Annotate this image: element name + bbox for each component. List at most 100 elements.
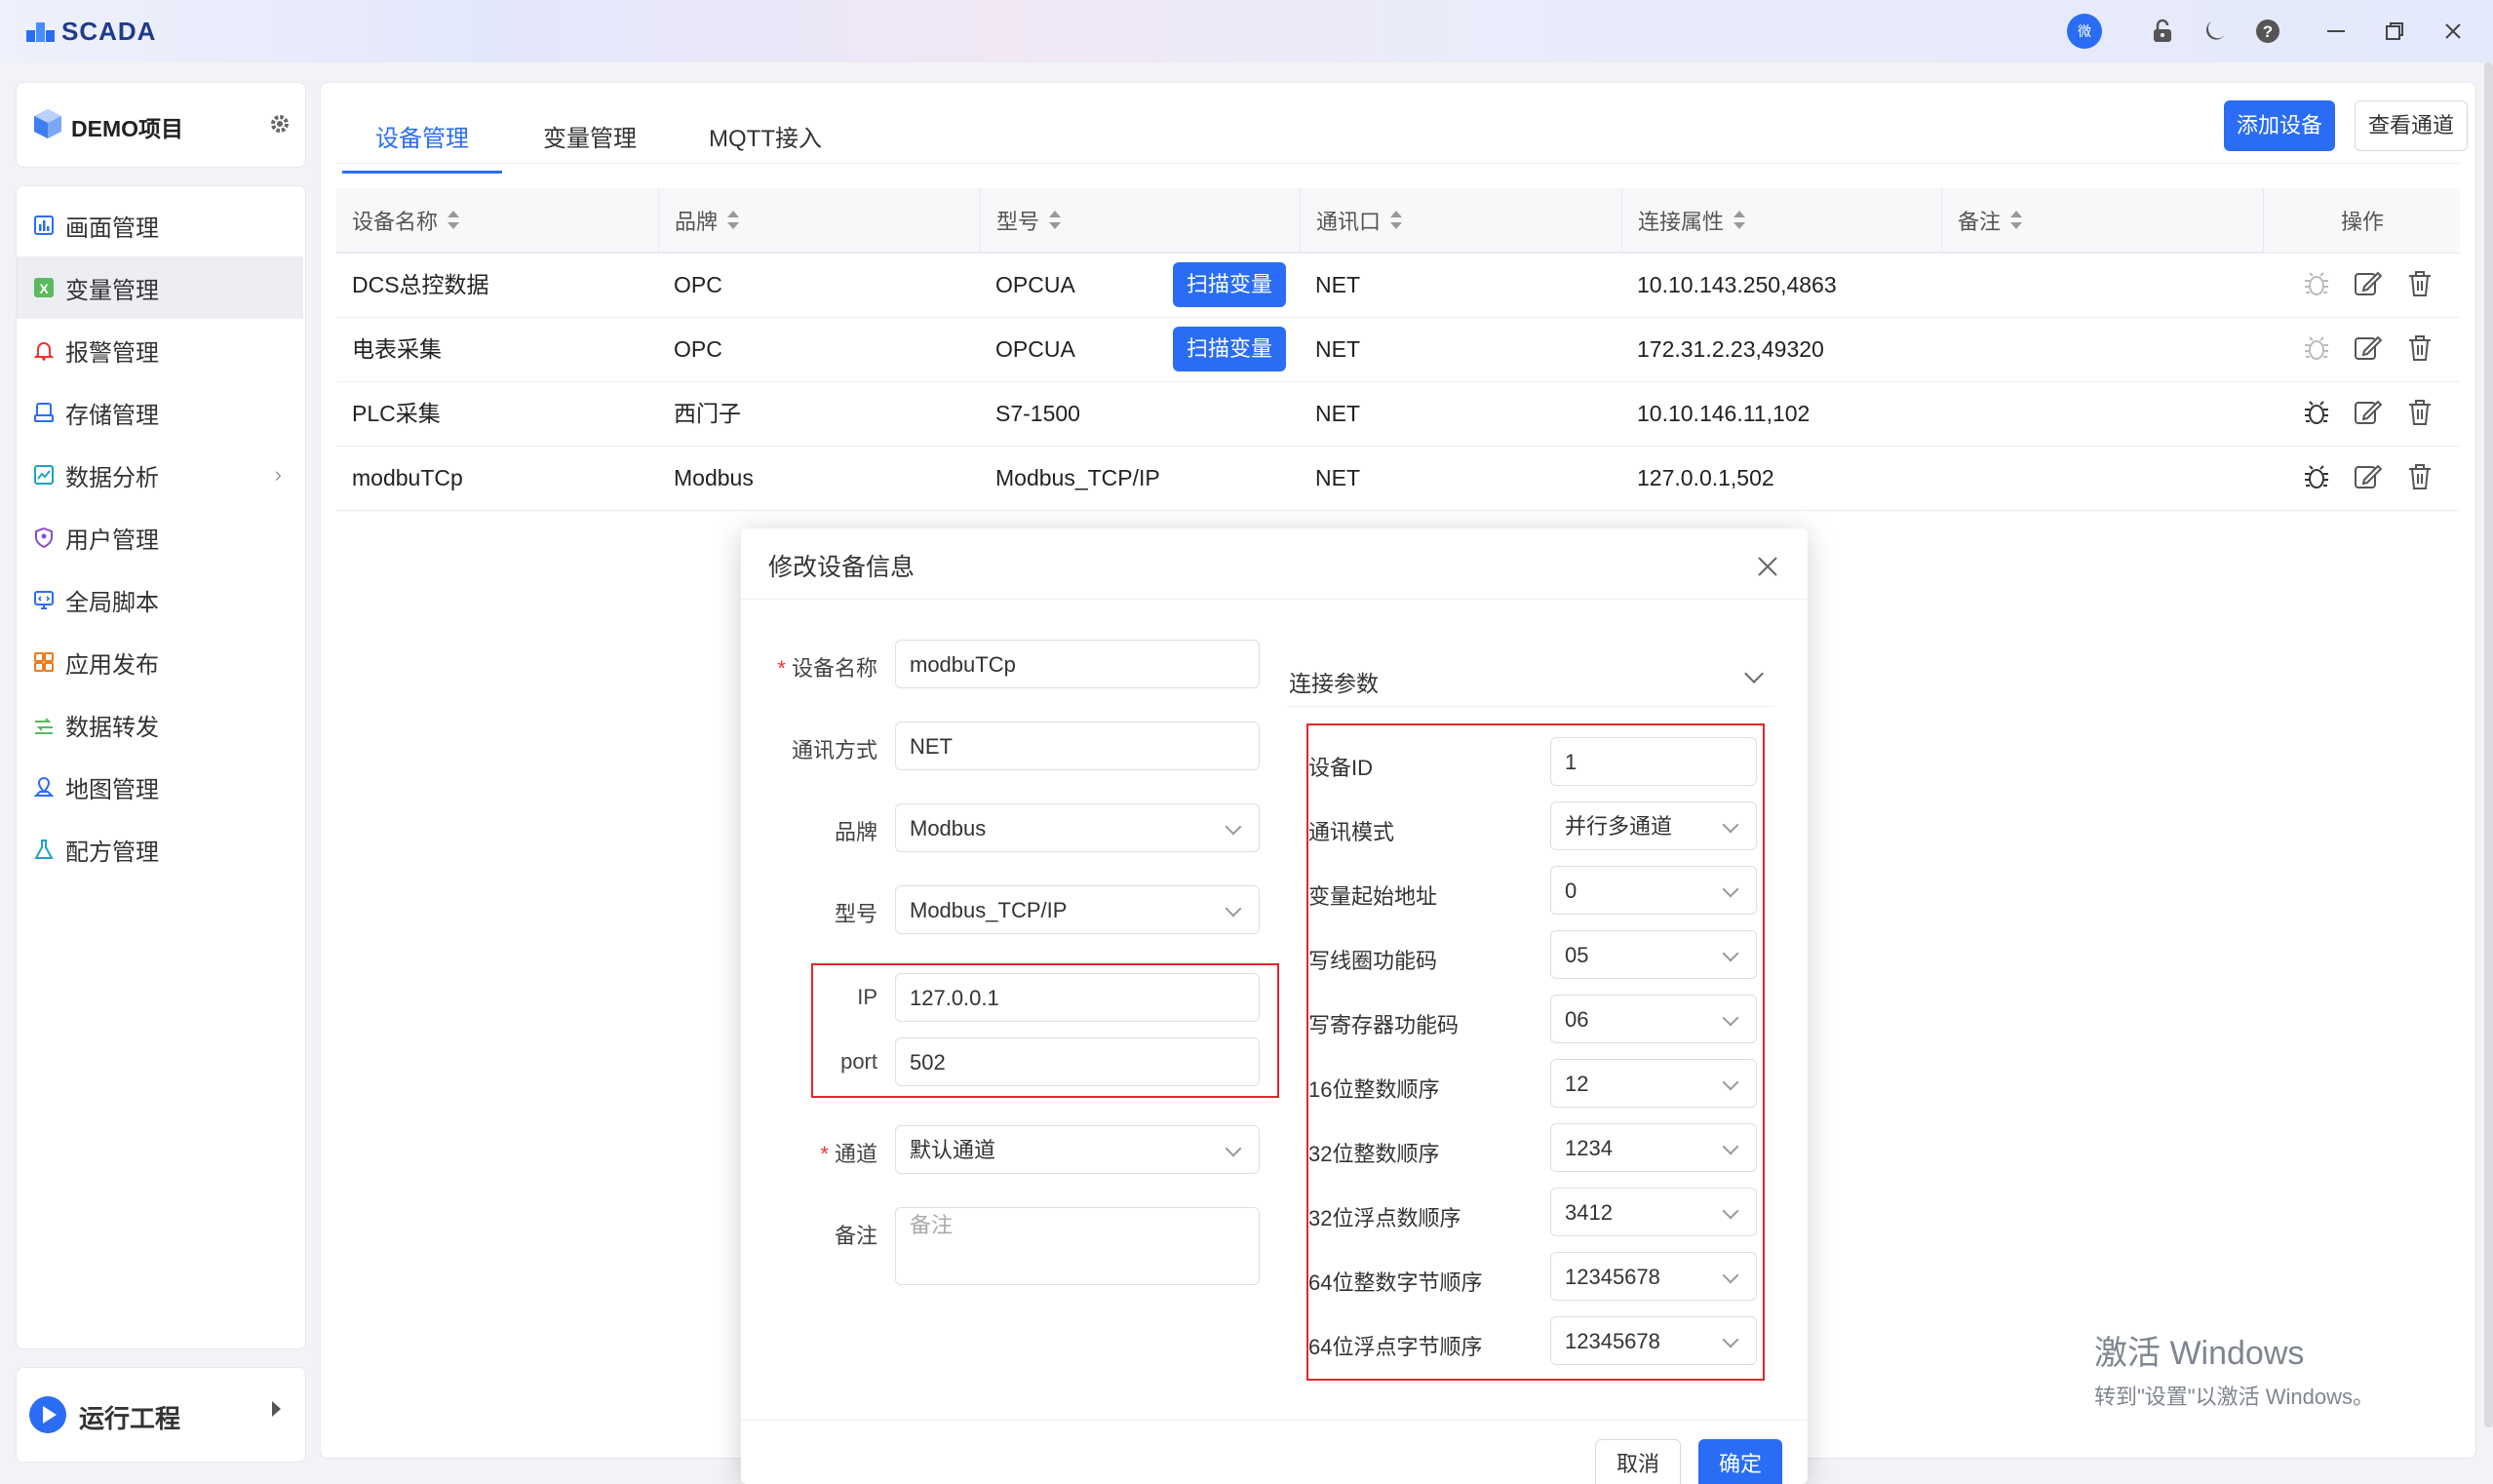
delete-trash-icon[interactable] [2405, 269, 2436, 300]
sidebar-menu: 画面管理 X 变量管理 报警管理 存储管理 数据分析 › 用户管理 全局脚本 应… [16, 185, 306, 1349]
channel-select[interactable]: 默认通道 [895, 1125, 1260, 1174]
col-header-label: 操作 [2340, 210, 2384, 234]
close-icon[interactable] [1757, 556, 1780, 579]
sidebar-item-label: 数据转发 [65, 714, 159, 741]
param-int32-order-select[interactable]: 1234 [1550, 1123, 1757, 1172]
delete-trash-icon[interactable] [2405, 333, 2436, 365]
edit-icon[interactable] [2353, 398, 2384, 429]
channel-label: * 通道 [820, 1142, 877, 1166]
scan-variables-button[interactable]: 扫描变量 [1173, 262, 1286, 307]
svg-text:X: X [39, 281, 49, 296]
param-register-fc-select[interactable]: 06 [1550, 995, 1757, 1043]
param-label: 32位浮点数顺序 [1308, 1206, 1461, 1230]
shield-icon [32, 526, 56, 549]
svg-text:?: ? [2263, 22, 2273, 41]
params-divider [1287, 706, 1774, 707]
table-row[interactable]: DCS总控数据 OPC OPCUA 扫描变量 NET 10.10.143.250… [336, 253, 2460, 318]
sidebar-item-screens[interactable]: 画面管理 [17, 194, 303, 256]
moon-icon[interactable] [2198, 14, 2233, 49]
cell-brand: OPC [674, 272, 722, 297]
variable-icon: X [32, 276, 56, 299]
apps-icon [32, 650, 56, 674]
col-header-brand[interactable]: 品牌 [658, 188, 980, 253]
collapse-chevron-icon[interactable] [1744, 664, 1764, 683]
sidebar-item-recipes[interactable]: 配方管理 [17, 818, 303, 880]
col-header-model[interactable]: 型号 [980, 188, 1300, 253]
map-icon [32, 775, 56, 799]
cell-port: NET [1315, 336, 1360, 362]
param-int16-order-select[interactable]: 12 [1550, 1059, 1757, 1108]
param-float32-order-select[interactable]: 3412 [1550, 1188, 1757, 1236]
remark-label: 备注 [834, 1224, 877, 1248]
param-start-address-select[interactable]: 0 [1550, 866, 1757, 915]
sidebar-item-label: 地图管理 [65, 776, 159, 803]
cell-connection: 10.10.146.11,102 [1637, 401, 1811, 426]
dialog-footer-divider [741, 1420, 1808, 1421]
edit-icon[interactable] [2353, 462, 2384, 493]
debug-bug-icon[interactable] [2302, 462, 2333, 493]
table-row[interactable]: 电表采集 OPC OPCUA 扫描变量 NET 172.31.2.23,4932… [336, 317, 2460, 382]
debug-bug-icon[interactable] [2302, 269, 2333, 300]
view-channel-button[interactable]: 查看通道 [2355, 100, 2468, 151]
param-float64-order-select[interactable]: 12345678 [1550, 1316, 1757, 1365]
delete-trash-icon[interactable] [2405, 398, 2436, 429]
device-name-input[interactable]: modbuTCp [895, 640, 1260, 688]
param-device-id-input[interactable]: 1 [1550, 737, 1757, 786]
param-label: 变量起始地址 [1308, 884, 1438, 909]
col-header-port[interactable]: 通讯口 [1300, 188, 1621, 253]
ip-input[interactable]: 127.0.0.1 [895, 973, 1260, 1022]
app-logo: SCADA [26, 16, 156, 47]
sidebar-item-label: 画面管理 [65, 215, 159, 242]
sidebar-item-scripts[interactable]: 全局脚本 [17, 568, 303, 631]
sort-icon [1733, 210, 1746, 230]
sidebar-item-maps[interactable]: 地图管理 [17, 756, 303, 818]
edit-icon[interactable] [2353, 333, 2384, 365]
col-header-connection[interactable]: 连接属性 [1621, 188, 1941, 253]
edit-icon[interactable] [2353, 269, 2384, 300]
sidebar-item-publish[interactable]: 应用发布 [17, 631, 303, 693]
param-int64-order-select[interactable]: 12345678 [1550, 1252, 1757, 1301]
restore-icon[interactable] [2377, 14, 2412, 49]
col-header-remark[interactable]: 备注 [1941, 188, 2263, 253]
connection-params-title: 连接参数 [1289, 671, 1379, 696]
delete-trash-icon[interactable] [2405, 462, 2436, 493]
settings-gear-icon[interactable] [268, 112, 293, 137]
sidebar-item-forward[interactable]: 数据转发 [17, 693, 303, 756]
sidebar-item-analysis[interactable]: 数据分析 › [17, 444, 303, 506]
windows-activation-watermark: 激活 Windows 转到"设置"以激活 Windows。 [2094, 1326, 2374, 1411]
cell-name: 电表采集 [352, 336, 442, 362]
help-icon[interactable]: ? [2250, 14, 2285, 49]
param-comm-mode-select[interactable]: 并行多通道 [1550, 801, 1757, 850]
user-avatar[interactable]: 微 [2067, 14, 2102, 49]
add-device-button[interactable]: 添加设备 [2224, 100, 2335, 151]
sidebar-item-variables[interactable]: X 变量管理 [17, 256, 303, 319]
sidebar-item-storage[interactable]: 存储管理 [17, 381, 303, 444]
cell-connection: 10.10.143.250,4863 [1637, 272, 1837, 297]
table-row[interactable]: modbuTCp Modbus Modbus_TCP/IP NET 127.0.… [336, 446, 2460, 511]
sidebar-item-users[interactable]: 用户管理 [17, 506, 303, 568]
comm-mode-input[interactable]: NET [895, 722, 1260, 770]
sidebar-item-alarms[interactable]: 报警管理 [17, 319, 303, 381]
col-header-name[interactable]: 设备名称 [336, 188, 658, 253]
cancel-button[interactable]: 取消 [1595, 1439, 1681, 1484]
confirm-button[interactable]: 确定 [1698, 1439, 1782, 1484]
debug-bug-icon[interactable] [2302, 398, 2333, 429]
debug-bug-icon[interactable] [2302, 333, 2333, 365]
brand-select[interactable]: Modbus [895, 803, 1260, 852]
storage-icon [32, 401, 56, 424]
project-panel: DEMO项目 [16, 82, 306, 168]
col-header-label: 型号 [996, 209, 1040, 234]
lock-icon[interactable] [2145, 14, 2180, 49]
model-select[interactable]: Modbus_TCP/IP [895, 885, 1260, 934]
port-input[interactable]: 502 [895, 1037, 1260, 1086]
tab-device-management[interactable]: 设备管理 [342, 116, 502, 174]
page-scrollbar[interactable] [2484, 62, 2493, 1427]
table-row[interactable]: PLC采集 西门子 S7-1500 NET 10.10.146.11,102 [336, 381, 2460, 447]
sort-icon [2010, 210, 2023, 230]
scan-variables-button[interactable]: 扫描变量 [1173, 327, 1286, 371]
remark-textarea[interactable]: 备注 [895, 1207, 1260, 1285]
param-coil-fc-select[interactable]: 05 [1550, 930, 1757, 979]
minimize-icon[interactable] [2318, 14, 2354, 49]
close-window-icon[interactable] [2435, 14, 2471, 49]
run-project-button[interactable]: 运行工程 [16, 1367, 306, 1463]
